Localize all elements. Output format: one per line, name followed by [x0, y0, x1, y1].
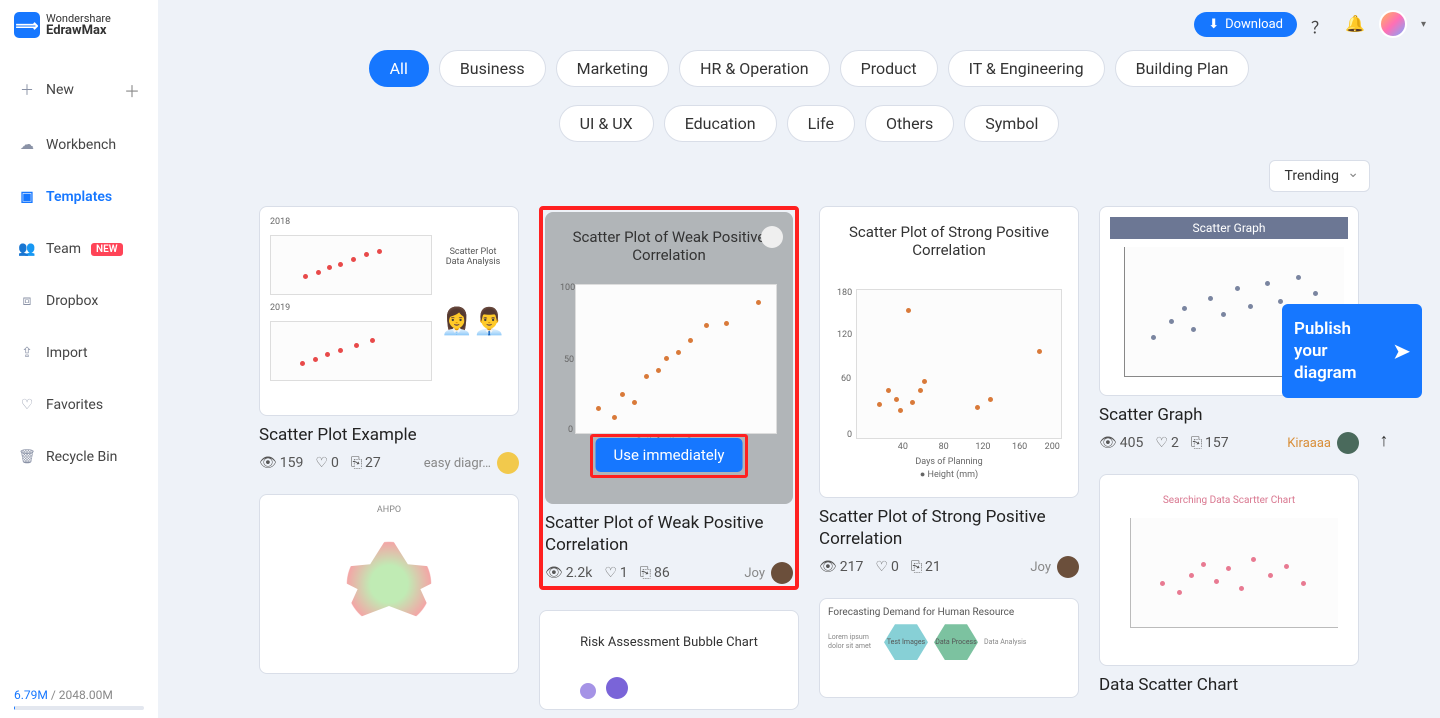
- likes-stat: ♡ 1: [604, 565, 627, 581]
- template-thumbnail[interactable]: 2018 2019 Scatter Plot Data Analysis: [259, 206, 519, 416]
- dropbox-icon: ⧈: [18, 292, 36, 310]
- views-stat: 👁 217: [819, 559, 863, 575]
- likes-stat: ♡ 2: [1155, 435, 1178, 451]
- template-meta: 👁 217 ♡ 0 ⎘ 21 Joy: [819, 556, 1079, 578]
- template-title: Scatter Plot of Strong Positive Correlat…: [819, 506, 1079, 550]
- likes-stat: ♡ 0: [315, 455, 338, 471]
- template-card[interactable]: Risk Assessment Bubble Chart: [539, 610, 799, 710]
- sidebar-item-templates[interactable]: ▣ Templates: [10, 178, 148, 216]
- author-avatar[interactable]: [1057, 556, 1079, 578]
- plus-box-icon: ＋: [18, 81, 36, 99]
- template-thumbnail[interactable]: Risk Assessment Bubble Chart: [539, 610, 799, 710]
- author-name: easy diagr…: [424, 456, 491, 471]
- sidebar-item-label: Dropbox: [46, 293, 98, 309]
- template-title: Scatter Plot Example: [259, 424, 519, 446]
- template-thumbnail[interactable]: AHPO: [259, 494, 519, 674]
- chip-all[interactable]: All: [369, 50, 429, 87]
- sidebar-item-new[interactable]: ＋ New ＋: [10, 68, 148, 112]
- sidebar-item-label: Favorites: [46, 397, 103, 413]
- logo-text: Wondershare EdrawMax: [46, 13, 111, 37]
- author-avatar[interactable]: [771, 562, 793, 584]
- template-title: Data Scatter Chart: [1099, 674, 1359, 696]
- template-card[interactable]: 2018 2019 Scatter Plot Data Analysis: [259, 206, 519, 474]
- views-stat: 👁 159: [259, 455, 303, 471]
- template-thumbnail[interactable]: Scatter Plot of Strong Positive Correlat…: [819, 206, 1079, 498]
- author-name: Joy: [1030, 560, 1051, 575]
- sidebar-item-label: Recycle Bin: [46, 449, 117, 465]
- filter-chips: All Business Marketing HR & Operation Pr…: [218, 50, 1400, 87]
- plus-icon[interactable]: ＋: [124, 78, 140, 102]
- author-name: Kiraaaa: [1287, 436, 1331, 451]
- brand-logo[interactable]: ⟹ Wondershare EdrawMax: [10, 12, 148, 38]
- author-avatar[interactable]: [1337, 432, 1359, 454]
- cloud-icon: ☁: [18, 136, 36, 154]
- favorite-icon[interactable]: [761, 226, 783, 248]
- sidebar-item-label: Workbench: [46, 137, 116, 153]
- template-card-highlighted[interactable]: Scatter Plot of Weak Positive Correlatio…: [539, 206, 799, 590]
- template-meta: 👁 159 ♡ 0 ⎘ 27 easy diagr…: [259, 452, 519, 474]
- template-card[interactable]: Scatter Plot of Strong Positive Correlat…: [819, 206, 1079, 578]
- template-title: Scatter Plot of Weak Positive Correlatio…: [545, 512, 793, 556]
- sidebar-item-label: Team: [46, 241, 81, 257]
- chip-uiux[interactable]: UI & UX: [559, 105, 654, 142]
- chip-hr[interactable]: HR & Operation: [679, 50, 830, 87]
- chip-symbol[interactable]: Symbol: [964, 105, 1059, 142]
- template-title: Scatter Graph: [1099, 404, 1359, 426]
- trash-icon: 🗑: [18, 448, 36, 466]
- chip-marketing[interactable]: Marketing: [556, 50, 669, 87]
- new-badge: NEW: [91, 243, 123, 256]
- template-thumbnail[interactable]: Scatter Plot of Weak Positive Correlatio…: [545, 212, 793, 504]
- copies-stat: ⎘ 27: [351, 455, 381, 471]
- sort-select[interactable]: Trending: [1269, 160, 1370, 192]
- template-icon: ▣: [18, 188, 36, 206]
- sidebar-item-favorites[interactable]: ♡ Favorites: [10, 386, 148, 424]
- filter-chips-row2: UI & UX Education Life Others Symbol: [218, 105, 1400, 142]
- chip-life[interactable]: Life: [787, 105, 855, 142]
- copies-stat: ⎘ 157: [1191, 435, 1229, 451]
- sidebar-item-workbench[interactable]: ☁ Workbench: [10, 126, 148, 164]
- chip-product[interactable]: Product: [840, 50, 938, 87]
- copies-stat: ⎘ 86: [640, 565, 670, 581]
- sidebar-item-label: Import: [46, 345, 88, 361]
- template-card[interactable]: Forecasting Demand for Human Resource Lo…: [819, 598, 1079, 698]
- template-meta: 👁 2.2k ♡ 1 ⎘ 86 Joy: [545, 562, 793, 584]
- likes-stat: ♡ 0: [875, 559, 898, 575]
- chip-building[interactable]: Building Plan: [1115, 50, 1250, 87]
- template-grid: 2018 2019 Scatter Plot Data Analysis: [218, 206, 1400, 710]
- storage-indicator: 6.79M / 2048.00M: [10, 688, 148, 718]
- views-stat: 👁 2.2k: [545, 565, 592, 581]
- chip-others[interactable]: Others: [865, 105, 954, 142]
- sidebar-item-dropbox[interactable]: ⧈ Dropbox: [10, 282, 148, 320]
- people-icon: 👥: [18, 240, 36, 258]
- chip-education[interactable]: Education: [664, 105, 777, 142]
- send-icon: ➤: [1393, 338, 1410, 364]
- sidebar-item-label: Templates: [46, 189, 112, 205]
- sidebar-item-label: New: [46, 82, 74, 98]
- logo-icon: ⟹: [14, 12, 40, 38]
- copies-stat: ⎘ 21: [911, 559, 941, 575]
- chip-business[interactable]: Business: [439, 50, 546, 87]
- sidebar-item-recycle[interactable]: 🗑 Recycle Bin: [10, 438, 148, 476]
- sidebar-item-import[interactable]: ⇪ Import: [10, 334, 148, 372]
- scroll-top-button[interactable]: ↑: [1368, 424, 1400, 456]
- author-avatar[interactable]: [497, 452, 519, 474]
- heart-icon: ♡: [18, 396, 36, 414]
- chip-it[interactable]: IT & Engineering: [948, 50, 1105, 87]
- publish-diagram-button[interactable]: Publish your diagram ➤: [1282, 304, 1422, 398]
- import-icon: ⇪: [18, 344, 36, 362]
- main-area: All Business Marketing HR & Operation Pr…: [158, 0, 1440, 718]
- sidebar-item-team[interactable]: 👥 Team NEW: [10, 230, 148, 268]
- template-card[interactable]: Searching Data Scartter Chart Data Scatt…: [1099, 474, 1359, 696]
- views-stat: 👁 405: [1099, 435, 1143, 451]
- use-immediately-button[interactable]: Use immediately: [596, 438, 743, 472]
- template-meta: 👁 405 ♡ 2 ⎘ 157 Kiraaaa: [1099, 432, 1359, 454]
- author-name: Joy: [744, 566, 765, 581]
- sidebar: ⟹ Wondershare EdrawMax ＋ New ＋ ☁ Workben…: [0, 0, 158, 718]
- template-thumbnail[interactable]: Forecasting Demand for Human Resource Lo…: [819, 598, 1079, 698]
- template-card[interactable]: AHPO: [259, 494, 519, 674]
- template-thumbnail[interactable]: Searching Data Scartter Chart: [1099, 474, 1359, 666]
